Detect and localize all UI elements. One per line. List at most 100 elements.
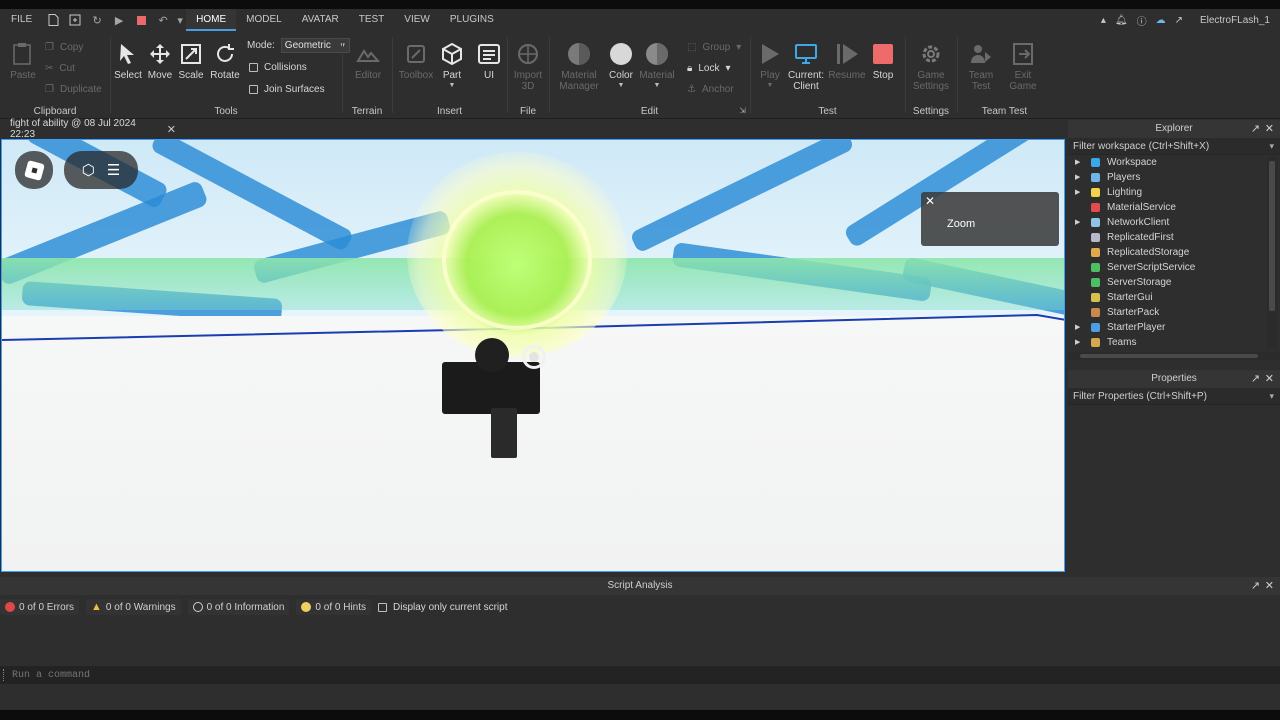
redo-icon[interactable]: ↻ — [86, 9, 108, 31]
join-surfaces-checkbox[interactable] — [249, 84, 258, 94]
chat-log-icon[interactable]: ☰ — [107, 161, 120, 179]
username[interactable]: ElectroFLash_1 — [1200, 15, 1270, 26]
undock-icon[interactable]: ↗ — [1251, 577, 1260, 595]
zoom-label[interactable]: Zoom — [947, 218, 975, 230]
roblox-menu-button[interactable] — [15, 151, 53, 189]
explorer-item[interactable]: ▶ NetworkClient — [1068, 215, 1280, 230]
part-dropdown-icon[interactable]: ▼ — [432, 82, 472, 89]
explorer-item[interactable]: ▶ Lighting — [1068, 185, 1280, 200]
play-quick-icon[interactable]: ▶ — [108, 9, 130, 31]
expand-arrow-icon[interactable]: ▶ — [1075, 170, 1080, 185]
explorer-item[interactable]: ReplicatedStorage — [1068, 245, 1280, 260]
zoom-close-icon[interactable]: ✕ — [925, 194, 935, 208]
play-button[interactable]: Play ▼ — [750, 41, 790, 89]
properties-filter-input[interactable]: Filter Properties (Ctrl+Shift+P) — [1068, 388, 1280, 405]
explorer-item[interactable]: ServerScriptService — [1068, 260, 1280, 275]
quick-access-dropdown-icon[interactable]: ▾ — [174, 9, 186, 31]
lock-button[interactable]: 🔒︎ Lock ▾ — [687, 60, 730, 76]
stop-button[interactable]: Stop — [863, 41, 903, 81]
explorer-item[interactable]: MaterialService — [1068, 200, 1280, 215]
color-dropdown-icon[interactable]: ▼ — [601, 82, 641, 89]
collisions-checkbox[interactable] — [249, 62, 258, 72]
display-only-current-toggle[interactable]: Display only current script — [378, 599, 508, 615]
expand-arrow-icon[interactable]: ▶ — [1075, 335, 1080, 350]
mode-dropdown[interactable]: Geometric — [280, 37, 350, 53]
material-button[interactable]: Material ▼ — [637, 41, 677, 89]
display-only-current-checkbox[interactable] — [378, 602, 388, 612]
explorer-horizontal-scrollbar[interactable] — [1068, 352, 1280, 360]
stop-quick-icon[interactable] — [130, 9, 152, 31]
ui-button[interactable]: UI — [469, 41, 509, 81]
undock-icon[interactable]: ↗ — [1251, 120, 1260, 138]
join-surfaces-toggle[interactable]: Join Surfaces — [249, 81, 325, 97]
selection-tool-icon[interactable]: ⬡ — [82, 161, 95, 179]
anchor-button[interactable]: ⚓︎ Anchor — [687, 81, 734, 97]
hints-filter-button[interactable]: 0 of 0 Hints — [296, 599, 372, 615]
notification-bell-icon[interactable]: 🔔︎ — [1115, 15, 1128, 26]
command-bar-grip[interactable] — [3, 669, 7, 681]
part-button[interactable]: Part ▼ — [432, 41, 472, 89]
menu-model[interactable]: MODEL — [236, 9, 292, 31]
edit-expand-icon[interactable]: ⇲ — [739, 106, 746, 115]
explorer-item[interactable]: ▶ Workspace — [1068, 155, 1280, 170]
game-viewport[interactable]: ⬡ ☰ ✕ Zoom — [1, 139, 1065, 572]
collapse-ribbon-icon[interactable]: ▴ — [1101, 15, 1106, 26]
current-client-button[interactable]: Current: Client — [786, 41, 826, 92]
import-3d-button[interactable]: Import 3D — [508, 41, 548, 92]
share-icon[interactable]: ↗ — [1175, 15, 1183, 26]
publish-icon[interactable] — [64, 9, 86, 31]
explorer-item[interactable]: ServerStorage — [1068, 275, 1280, 290]
copy-button[interactable]: ❐ Copy — [45, 39, 83, 55]
terrain-editor-button[interactable]: Editor — [348, 41, 388, 81]
scrollbar-thumb[interactable] — [1080, 354, 1258, 358]
duplicate-button[interactable]: ❐ Duplicate — [45, 81, 102, 97]
exit-game-button[interactable]: Exit Game — [1003, 41, 1043, 92]
team-test-button[interactable]: Team Test — [961, 41, 1001, 92]
game-settings-button[interactable]: Game Settings — [911, 41, 951, 92]
cloud-icon[interactable]: ☁ — [1156, 15, 1166, 26]
lock-dropdown-icon[interactable]: ▾ — [725, 63, 730, 74]
expand-arrow-icon[interactable]: ▶ — [1075, 185, 1080, 200]
collisions-toggle[interactable]: Collisions — [249, 59, 307, 75]
expand-arrow-icon[interactable]: ▶ — [1075, 320, 1080, 335]
menu-file[interactable]: FILE — [0, 9, 42, 31]
close-panel-icon[interactable]: ✕ — [1265, 370, 1274, 388]
menu-test[interactable]: TEST — [349, 9, 395, 31]
expand-arrow-icon[interactable]: ▶ — [1075, 155, 1080, 170]
paste-button[interactable]: Paste — [3, 41, 43, 81]
undo-icon[interactable]: ↶ — [152, 9, 174, 31]
explorer-vertical-scrollbar[interactable] — [1267, 157, 1278, 349]
warnings-filter-button[interactable]: ▲ 0 of 0 Warnings — [86, 599, 181, 615]
explorer-item[interactable]: ▶ Teams — [1068, 335, 1280, 350]
document-tab[interactable]: fight of ability @ 08 Jul 2024 22:23 ✕ — [0, 118, 176, 140]
group-dropdown-icon[interactable]: ▾ — [736, 42, 741, 53]
close-panel-icon[interactable]: ✕ — [1265, 577, 1274, 595]
group-button[interactable]: ⬚ Group ▾ — [687, 39, 741, 55]
scrollbar-thumb[interactable] — [1269, 161, 1275, 311]
menu-view[interactable]: VIEW — [394, 9, 440, 31]
new-file-icon[interactable] — [42, 9, 64, 31]
errors-filter-button[interactable]: 0 of 0 Errors — [0, 599, 80, 615]
information-filter-button[interactable]: 0 of 0 Information — [187, 599, 290, 615]
explorer-item[interactable]: ▶ Players — [1068, 170, 1280, 185]
cut-button[interactable]: ✂ Cut — [45, 60, 75, 76]
menu-plugins[interactable]: PLUGINS — [440, 9, 504, 31]
material-manager-button[interactable]: Material Manager — [558, 41, 600, 92]
color-button[interactable]: Color ▼ — [601, 41, 641, 89]
material-dropdown-icon[interactable]: ▼ — [637, 82, 677, 89]
explorer-item[interactable]: ▶ StarterPlayer — [1068, 320, 1280, 335]
close-tab-icon[interactable]: ✕ — [167, 123, 176, 136]
explorer-item[interactable]: StarterPack — [1068, 305, 1280, 320]
explorer-item[interactable]: ReplicatedFirst — [1068, 230, 1280, 245]
rotate-button[interactable]: Rotate — [205, 41, 245, 81]
resume-button[interactable]: Resume — [827, 41, 867, 81]
menu-avatar[interactable]: AVATAR — [292, 9, 349, 31]
play-dropdown-icon[interactable]: ▼ — [750, 82, 790, 89]
menu-home[interactable]: HOME — [186, 9, 237, 31]
explorer-filter-input[interactable]: Filter workspace (Ctrl+Shift+X) — [1068, 138, 1280, 155]
toolbox-button[interactable]: Toolbox — [396, 41, 436, 81]
undock-icon[interactable]: ↗ — [1251, 370, 1260, 388]
expand-arrow-icon[interactable]: ▶ — [1075, 215, 1080, 230]
help-icon[interactable]: ⓘ — [1137, 13, 1147, 28]
command-input[interactable] — [12, 669, 612, 681]
